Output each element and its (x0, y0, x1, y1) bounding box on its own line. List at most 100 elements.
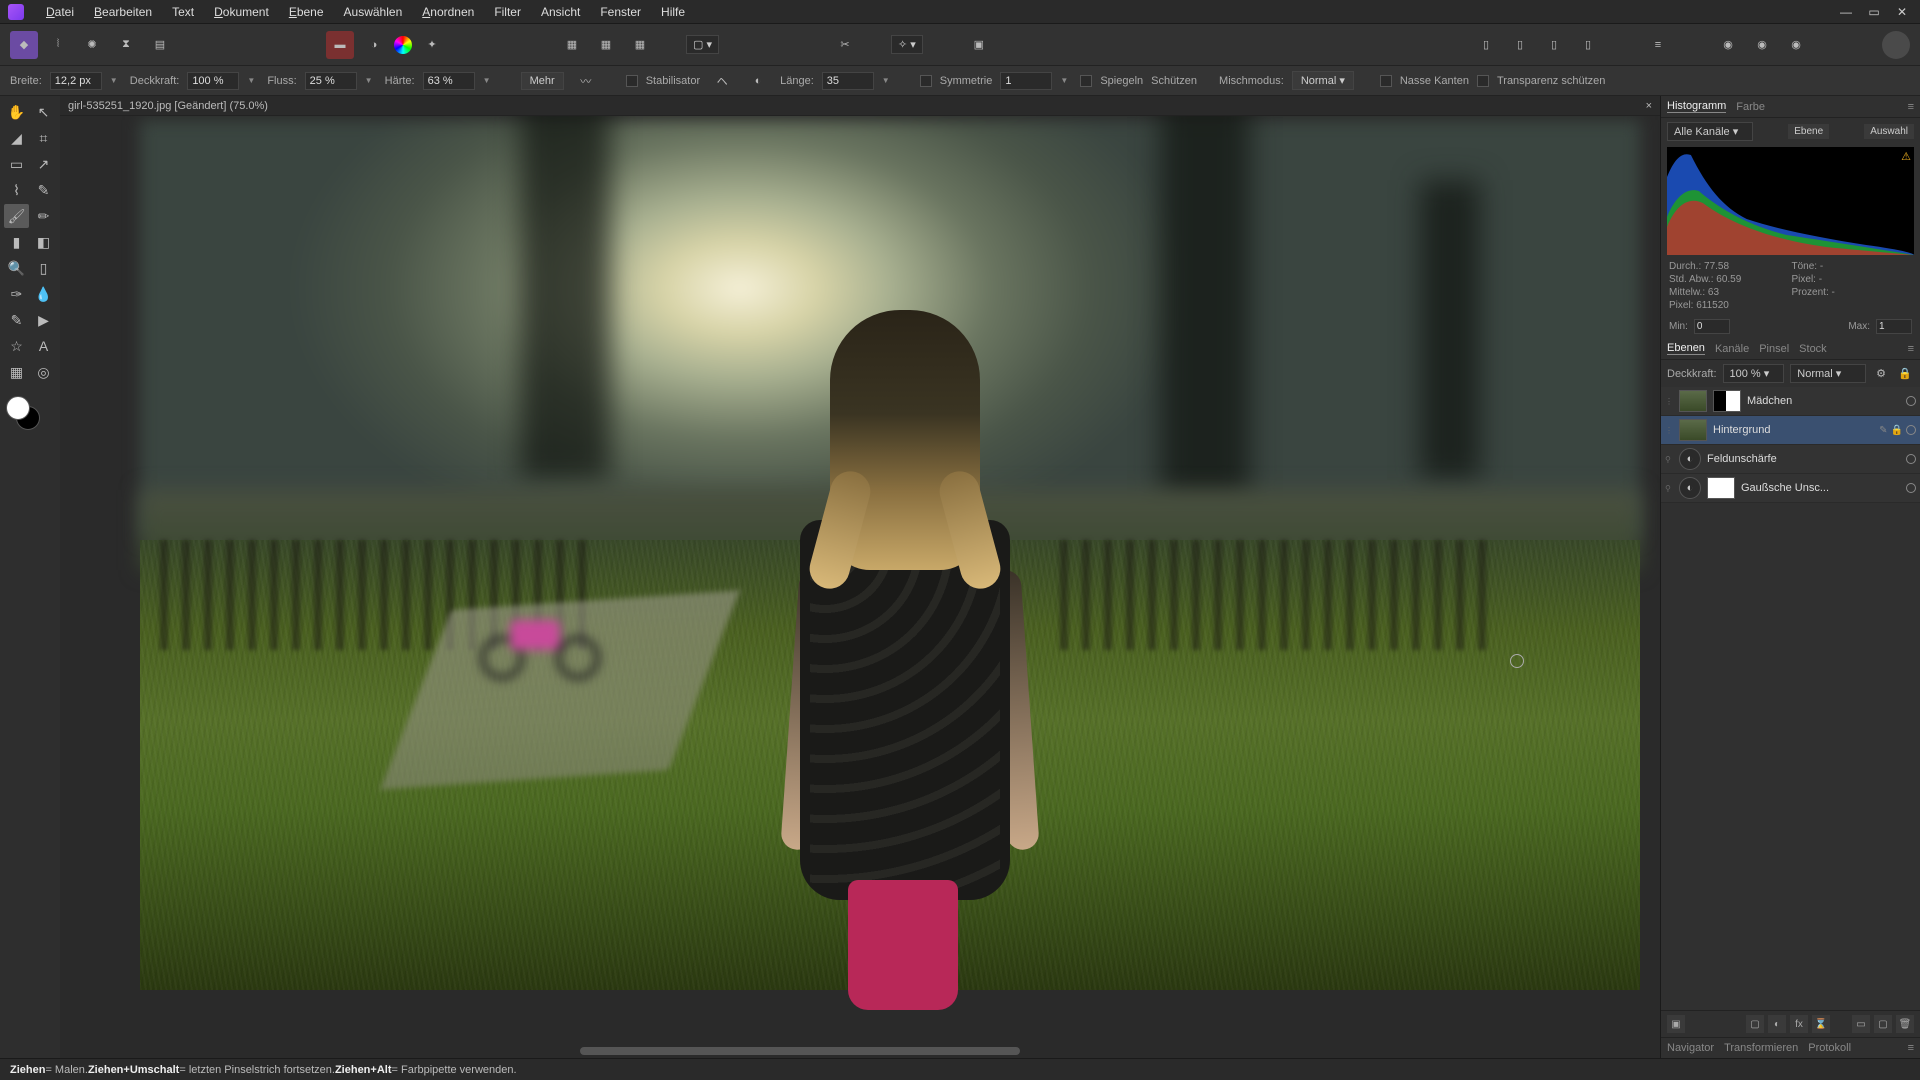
visibility-icon[interactable] (1906, 396, 1916, 406)
group-icon[interactable]: ▭ (1852, 1015, 1870, 1033)
document-tab[interactable]: girl-535251_1920.jpg [Geändert] (75.0%) (68, 100, 268, 112)
menu-text[interactable]: Text (162, 5, 204, 19)
schuetzen-label[interactable]: Schützen (1151, 75, 1197, 87)
delete-layer-icon[interactable]: 🗑 (1896, 1015, 1914, 1033)
window-icon[interactable]: ◐ (744, 67, 772, 95)
layer-blend-dropdown[interactable]: Normal ▾ (1790, 364, 1866, 383)
color-wheel-icon[interactable] (394, 36, 412, 54)
fill-tool[interactable]: ▮ (4, 230, 29, 254)
pencil-tool[interactable]: ✏ (31, 204, 56, 228)
rope-icon[interactable]: ヘ (708, 67, 736, 95)
blur-tool[interactable]: 💧 (31, 282, 56, 306)
text-tool[interactable]: A (31, 334, 56, 358)
live-filter-icon[interactable]: ⌛ (1812, 1015, 1830, 1033)
canvas-viewport[interactable] (60, 116, 1660, 1058)
assistant-dropdown[interactable]: ✧ ▾ (891, 35, 923, 54)
stabilisator-checkbox[interactable] (626, 75, 638, 87)
gradient-tool[interactable]: ◧ (31, 230, 56, 254)
visibility-icon[interactable] (1906, 483, 1916, 493)
hist-auswahl-button[interactable]: Auswahl (1864, 124, 1914, 139)
transparenz-checkbox[interactable] (1477, 75, 1489, 87)
grid-tool[interactable]: ▦ (4, 360, 29, 384)
selection-tool[interactable]: ▭ (4, 152, 29, 176)
color-swatch[interactable] (4, 394, 42, 432)
layer-lock-icon[interactable]: 🔒 (1896, 365, 1914, 383)
cloud-2-icon[interactable]: ◉ (1748, 31, 1776, 59)
adjust-add-icon[interactable]: ◐ (1768, 1015, 1786, 1033)
cloud-3-icon[interactable]: ◉ (1782, 31, 1810, 59)
zoom-tool[interactable]: 🔍 (4, 256, 29, 280)
brush-tool[interactable]: 🖌 (4, 204, 29, 228)
cloud-1-icon[interactable]: ◉ (1714, 31, 1742, 59)
persona-tone-icon[interactable]: ⧗ (112, 31, 140, 59)
persona-export-icon[interactable]: ▤ (146, 31, 174, 59)
arrow-tool[interactable]: ▶ (31, 308, 56, 332)
layer-row[interactable]: ⋮ Hintergrund ✎🔒 (1661, 416, 1920, 445)
menu-hilfe[interactable]: Hilfe (651, 5, 695, 19)
edit-icon[interactable]: ✎ (1879, 425, 1887, 436)
tab-ebenen[interactable]: Ebenen (1667, 342, 1705, 355)
symmetrie-checkbox[interactable] (920, 75, 932, 87)
add-layer-icon[interactable]: ▢ (1874, 1015, 1892, 1033)
menu-dokument[interactable]: Dokument (204, 5, 279, 19)
crop-icon[interactable]: ✂ (831, 31, 859, 59)
foreground-swatch[interactable] (6, 396, 30, 420)
account-avatar[interactable] (1882, 31, 1910, 59)
visibility-icon[interactable] (1906, 454, 1916, 464)
persona-photo-icon[interactable]: ◆ (10, 31, 38, 59)
mask-icon[interactable]: ◑ (360, 31, 388, 59)
tab-close-icon[interactable]: × (1646, 100, 1652, 112)
menu-ansicht[interactable]: Ansicht (531, 5, 590, 19)
tab-histogramm[interactable]: Histogramm (1667, 100, 1726, 113)
panel-menu-icon[interactable]: ≡ (1908, 101, 1914, 113)
spiegeln-checkbox[interactable] (1080, 75, 1092, 87)
layer-row[interactable]: ⚲◐ Feldunschärfe (1661, 445, 1920, 474)
nasse-checkbox[interactable] (1380, 75, 1392, 87)
menu-auswaehlen[interactable]: Auswählen (334, 5, 413, 19)
tab-protokoll[interactable]: Protokoll (1808, 1042, 1851, 1054)
tab-transformieren[interactable]: Transformieren (1724, 1042, 1798, 1054)
menu-anordnen[interactable]: Anordnen (412, 5, 484, 19)
arrange-left-icon[interactable]: ▯ (1472, 31, 1500, 59)
menu-ebene[interactable]: Ebene (279, 5, 334, 19)
fluss-input[interactable] (305, 72, 357, 90)
swatch-icon[interactable]: ▬ (326, 31, 354, 59)
fx-icon[interactable]: fx (1790, 1015, 1808, 1033)
align-icon[interactable]: ≡ (1644, 31, 1672, 59)
column-tool[interactable]: ▯ (31, 256, 56, 280)
menu-filter[interactable]: Filter (484, 5, 531, 19)
snapshot-icon[interactable]: ▣ (965, 31, 993, 59)
breite-input[interactable] (50, 72, 102, 90)
layer-deckkraft-dropdown[interactable]: 100 % ▾ (1723, 364, 1785, 383)
channels-dropdown[interactable]: Alle Kanäle ▾ (1667, 122, 1753, 141)
tab-stock[interactable]: Stock (1799, 343, 1827, 355)
autocontrast-icon[interactable]: ✦ (418, 31, 446, 59)
shape-tool[interactable]: ☆ (4, 334, 29, 358)
arrange-end-icon[interactable]: ▯ (1574, 31, 1602, 59)
menu-datei[interactable]: Datei (36, 5, 84, 19)
menu-bearbeiten[interactable]: Bearbeiten (84, 5, 162, 19)
selection-add-icon[interactable]: ▦ (592, 31, 620, 59)
tab-navigator[interactable]: Navigator (1667, 1042, 1714, 1054)
mehr-button[interactable]: Mehr (521, 72, 564, 90)
mask-add-icon[interactable]: ▢ (1746, 1015, 1764, 1033)
deckkraft-input[interactable] (187, 72, 239, 90)
crop-tool[interactable]: ⌗ (31, 126, 56, 150)
node-tool[interactable]: ↗ (31, 152, 56, 176)
menu-fenster[interactable]: Fenster (590, 5, 651, 19)
laenge-input[interactable] (822, 72, 874, 90)
layer-gear-icon[interactable]: ⚙ (1872, 365, 1890, 383)
layer-row[interactable]: ⚲◐ Gaußsche Unsc... (1661, 474, 1920, 503)
window-minimize[interactable]: — (1836, 2, 1856, 22)
persona-liquify-icon[interactable]: ⦚ (44, 31, 72, 59)
color-picker-tool[interactable]: ◢ (4, 126, 29, 150)
tab-kanaele[interactable]: Kanäle (1715, 343, 1749, 355)
selection-new-icon[interactable]: ▦ (558, 31, 586, 59)
hand-tool[interactable]: ✋ (4, 100, 29, 124)
window-maximize[interactable]: ▭ (1864, 2, 1884, 22)
lasso-tool[interactable]: ⌇ (4, 178, 29, 202)
bottom-menu-icon[interactable]: ≡ (1908, 1042, 1914, 1054)
persona-develop-icon[interactable]: ✺ (78, 31, 106, 59)
mischmodus-dropdown[interactable]: Normal ▾ (1292, 71, 1354, 90)
arrange-mid-icon[interactable]: ▯ (1506, 31, 1534, 59)
